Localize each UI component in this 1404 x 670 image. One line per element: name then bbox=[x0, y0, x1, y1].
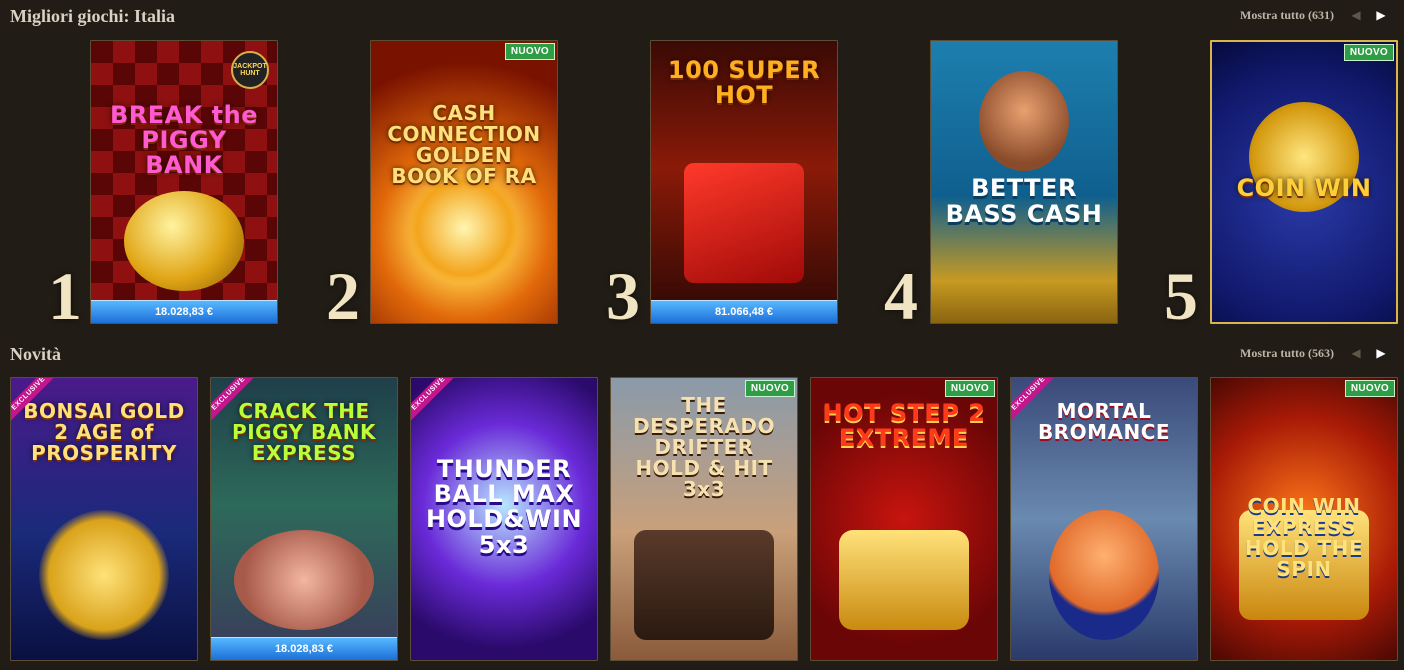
game-card-crack-the-piggy-bank[interactable]: CRACK THE PIGGY BANK EXPRESS EXCLUSIVE 1… bbox=[210, 377, 398, 661]
jackpot-hunt-logo: JACKPOT HUNT bbox=[231, 51, 269, 89]
game-title: THUNDER BALL MAX HOLD&WIN 5x3 bbox=[425, 454, 583, 559]
game-title: HOT STEP 2 EXTREME bbox=[822, 398, 986, 452]
new-badge: NUOVO bbox=[944, 380, 995, 397]
chevron-left-icon[interactable]: ◀ bbox=[1345, 342, 1367, 364]
piggy-bank-icon bbox=[124, 191, 244, 291]
jackpot-amount: 81.066,48 € bbox=[651, 300, 837, 323]
game-card-thunder-ball-max[interactable]: THUNDER BALL MAX HOLD&WIN 5x3 EXCLUSIVE bbox=[410, 377, 598, 661]
game-title: CRACK THE PIGGY BANK EXPRESS bbox=[232, 398, 376, 465]
section-title-new-games: Novità bbox=[10, 344, 61, 364]
game-card-100-super-hot[interactable]: 100 SUPER HOT 81.066,48 € bbox=[650, 40, 838, 324]
game-card-better-bass-cash[interactable]: BETTER BASS CASH bbox=[930, 40, 1118, 324]
new-badge: NUOVO bbox=[1344, 380, 1395, 397]
game-card-coin-win[interactable]: COIN WIN NUOVO bbox=[1210, 40, 1398, 324]
new-badge: NUOVO bbox=[744, 380, 795, 397]
game-title: THE DESPERADO DRIFTER HOLD & HIT 3x3 bbox=[633, 392, 775, 501]
game-card-desperado-drifter[interactable]: THE DESPERADO DRIFTER HOLD & HIT 3x3 NUO… bbox=[610, 377, 798, 661]
rank-number: 5 bbox=[1164, 258, 1198, 334]
section-title-top-games: Migliori giochi: Italia bbox=[10, 6, 175, 26]
top-games-header: Migliori giochi: Italia Mostra tutto (63… bbox=[0, 0, 1404, 32]
jackpot-amount: 18.028,83 € bbox=[211, 637, 397, 660]
game-title: MORTAL BROMANCE bbox=[1037, 398, 1171, 444]
new-badge: NUOVO bbox=[504, 43, 555, 60]
show-all-new-games-link[interactable]: Mostra tutto (563) bbox=[1240, 346, 1334, 361]
chevron-right-icon[interactable]: ▶ bbox=[1370, 4, 1392, 26]
game-title: BREAK the PIGGY BANK bbox=[109, 101, 259, 180]
book-icon bbox=[409, 173, 519, 283]
new-badge: NUOVO bbox=[1343, 44, 1394, 61]
game-title: 100 SUPER HOT bbox=[667, 55, 821, 110]
game-card-hot-step-2-extreme[interactable]: HOT STEP 2 EXTREME NUOVO bbox=[810, 377, 998, 661]
fisherman-icon bbox=[979, 71, 1069, 171]
game-title: COIN WIN EXPRESS HOLD THE SPIN bbox=[1244, 494, 1364, 582]
rank-number: 4 bbox=[884, 258, 918, 334]
lucky-seven-icon bbox=[684, 163, 804, 283]
game-card-golden-book-of-ra[interactable]: CASH CONNECTION GOLDEN BOOK OF RA NUOVO bbox=[370, 40, 558, 324]
bonsai-tree-icon bbox=[39, 510, 169, 640]
characters-icon bbox=[234, 530, 374, 630]
game-card-coin-win-express[interactable]: COIN WIN EXPRESS HOLD THE SPIN NUOVO bbox=[1210, 377, 1398, 661]
game-card-break-the-piggy-bank[interactable]: JACKPOT HUNT BREAK the PIGGY BANK 18.028… bbox=[90, 40, 278, 324]
rank-number: 1 bbox=[48, 258, 82, 334]
rank-number: 2 bbox=[326, 258, 360, 334]
game-title: COIN WIN bbox=[1236, 174, 1372, 203]
game-title: BONSAI GOLD 2 AGE of PROSPERITY bbox=[23, 398, 185, 465]
jackpot-amount: 18.028,83 € bbox=[91, 300, 277, 323]
game-card-bonsai-gold-2[interactable]: BONSAI GOLD 2 AGE of PROSPERITY EXCLUSIV… bbox=[10, 377, 198, 661]
game-card-mortal-bromance[interactable]: MORTAL BROMANCE EXCLUSIVE bbox=[1010, 377, 1198, 661]
show-all-top-games-link[interactable]: Mostra tutto (631) bbox=[1240, 8, 1334, 23]
rank-number: 3 bbox=[606, 258, 640, 334]
chevron-right-icon[interactable]: ▶ bbox=[1370, 342, 1392, 364]
character-icon bbox=[1049, 510, 1159, 640]
chevron-left-icon[interactable]: ◀ bbox=[1345, 4, 1367, 26]
new-games-header: Novità Mostra tutto (563) ◀ ▶ bbox=[0, 338, 1404, 370]
crown-icon bbox=[839, 530, 969, 630]
game-title: CASH CONNECTION GOLDEN BOOK OF RA bbox=[387, 101, 541, 189]
game-title: BETTER BASS CASH bbox=[945, 174, 1103, 228]
locomotive-icon bbox=[634, 530, 774, 640]
